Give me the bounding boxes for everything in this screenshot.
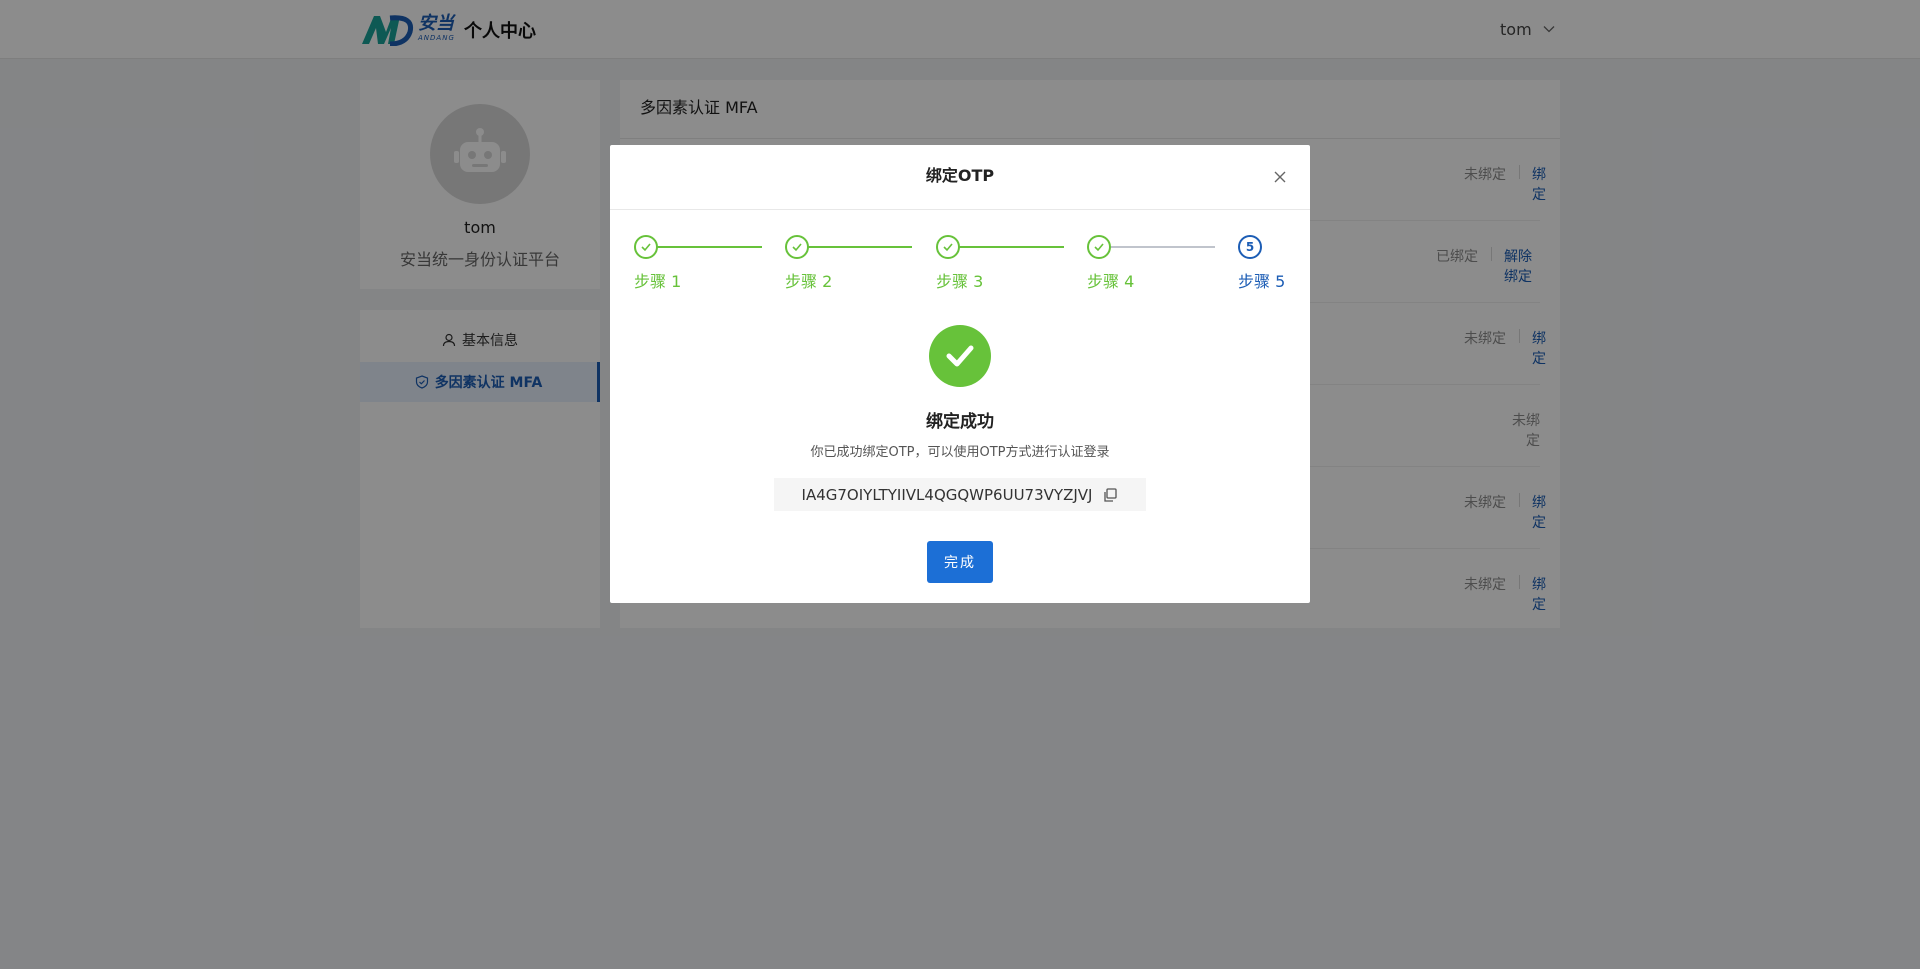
step-4-label: 步骤 4 xyxy=(1087,272,1135,291)
success-title: 绑定成功 xyxy=(926,412,994,432)
step-3-dot xyxy=(936,235,960,259)
step-1-dot xyxy=(634,235,658,259)
otp-secret-key: IA4G7OIYLTYIIVL4QGQWP6UU73VYZJVJ xyxy=(801,485,1093,504)
step-connector xyxy=(1110,246,1215,248)
step-2-dot xyxy=(785,235,809,259)
copy-icon[interactable] xyxy=(1102,487,1118,503)
step-1-label: 步骤 1 xyxy=(634,272,682,291)
check-icon xyxy=(641,243,651,252)
step-4-dot xyxy=(1087,235,1111,259)
step-connector xyxy=(808,246,912,248)
done-button[interactable]: 完成 xyxy=(927,541,993,583)
close-icon[interactable] xyxy=(1272,169,1288,185)
check-icon xyxy=(943,243,953,252)
bind-otp-dialog: 绑定OTP 5 步骤 1 步骤 2 步骤 3 步骤 4 步骤 5 绑定成功 你已… xyxy=(610,145,1310,603)
step-2-label: 步骤 2 xyxy=(785,272,833,291)
check-icon xyxy=(792,243,802,252)
success-description: 你已成功绑定OTP，可以使用OTP方式进行认证登录 xyxy=(810,445,1110,460)
success-icon xyxy=(929,325,991,387)
step-connector xyxy=(959,246,1064,248)
dialog-title: 绑定OTP xyxy=(610,145,1310,210)
step-3-label: 步骤 3 xyxy=(936,272,984,291)
check-icon xyxy=(946,345,974,367)
otp-secret-box: IA4G7OIYLTYIIVL4QGQWP6UU73VYZJVJ xyxy=(774,478,1146,511)
step-5-dot: 5 xyxy=(1238,235,1262,259)
step-5-label: 步骤 5 xyxy=(1238,272,1286,291)
step-connector xyxy=(657,246,762,248)
steps: 5 步骤 1 步骤 2 步骤 3 步骤 4 步骤 5 xyxy=(610,235,1310,295)
check-icon xyxy=(1094,243,1104,252)
